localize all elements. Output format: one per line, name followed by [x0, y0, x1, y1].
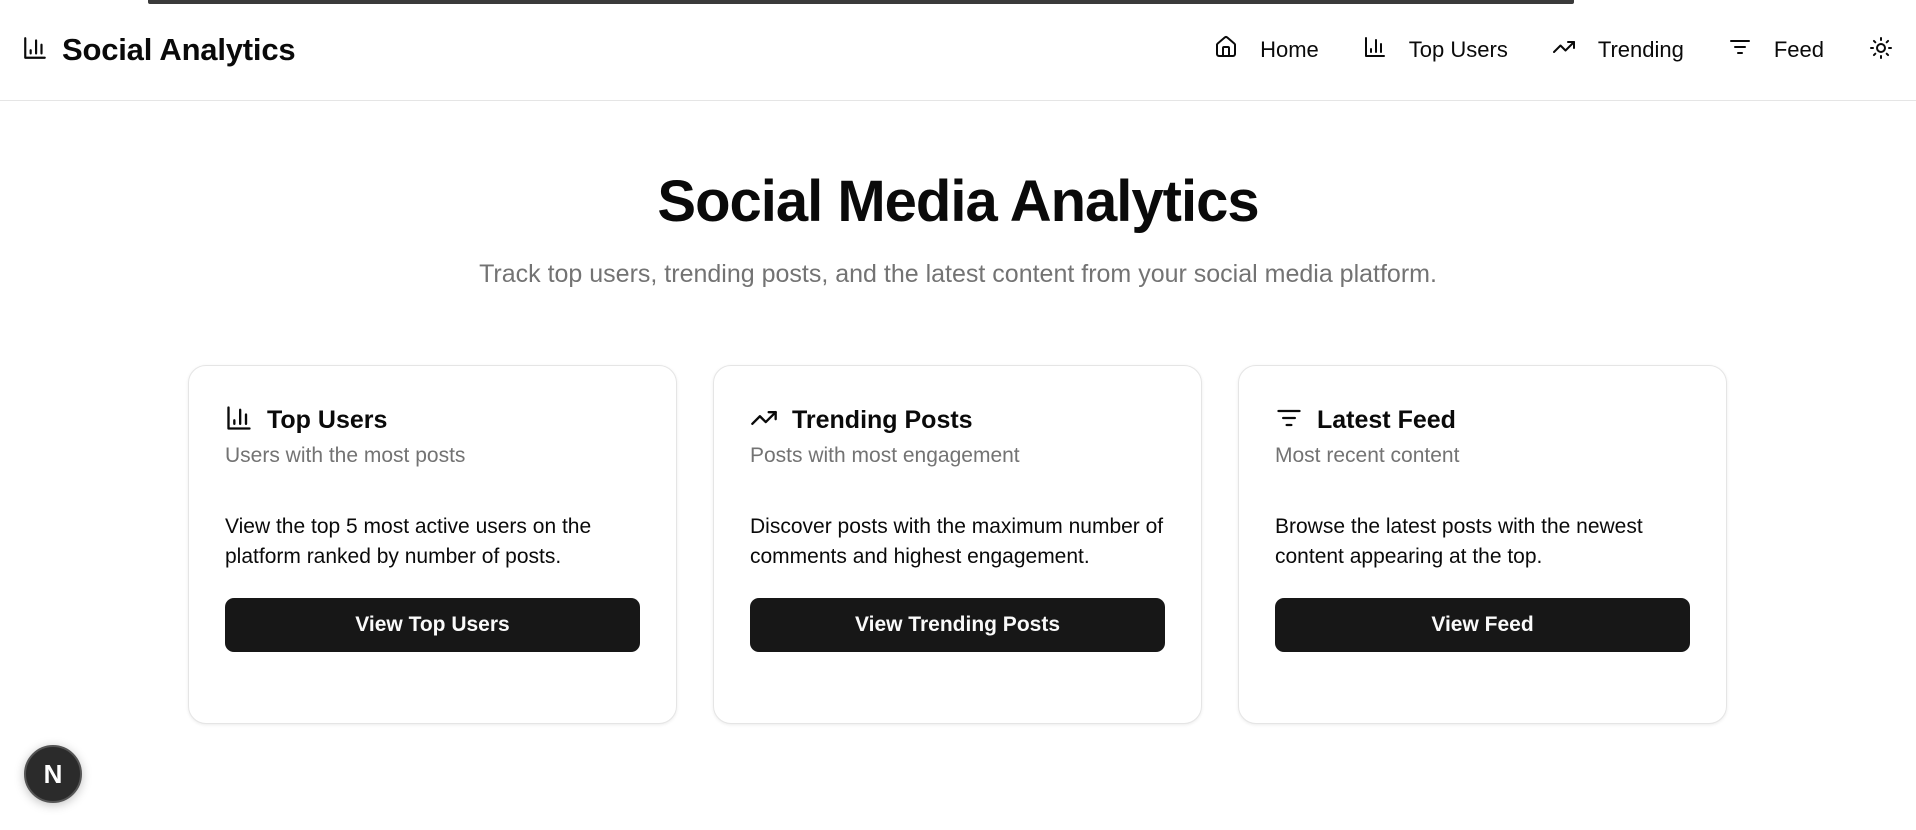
nav-trending-label: Trending: [1597, 37, 1684, 62]
brand[interactable]: Social Analytics: [22, 32, 296, 68]
nav-home[interactable]: Home: [1214, 35, 1319, 65]
card-trending-posts: Trending Posts Posts with most engagemen…: [713, 365, 1202, 724]
bar-chart-icon: [22, 35, 48, 66]
card-subtitle: Posts with most engagement: [750, 444, 1020, 467]
view-top-users-button[interactable]: View Top Users: [225, 598, 640, 652]
nav-top-users-label: Top Users: [1408, 37, 1508, 62]
nav-trending[interactable]: Trending: [1552, 35, 1684, 65]
card-title: Top Users: [267, 405, 388, 434]
home-icon: [1214, 35, 1238, 65]
trending-up-icon: [1552, 35, 1576, 65]
card-title: Latest Feed: [1317, 405, 1456, 434]
nav-top-users[interactable]: Top Users: [1363, 35, 1508, 65]
filter-icon: [1728, 35, 1752, 65]
page-subtitle: Track top users, trending posts, and the…: [479, 260, 1437, 288]
trending-up-icon: [750, 404, 778, 437]
hero: Social Media Analytics Track top users, …: [0, 160, 1916, 289]
card-title: Trending Posts: [792, 405, 973, 434]
app-header: Social Analytics Home Top Users Trending…: [0, 0, 1916, 101]
card-header: Trending Posts: [750, 402, 1165, 438]
filter-icon: [1275, 404, 1303, 437]
card-top-users: Top Users Users with the most posts View…: [188, 365, 677, 724]
nav-feed-label: Feed: [1773, 37, 1824, 62]
theme-toggle-button[interactable]: [1868, 36, 1894, 65]
card-subtitle: Most recent content: [1275, 444, 1460, 467]
bar-chart-icon: [1363, 35, 1387, 65]
card-header: Latest Feed: [1275, 402, 1690, 438]
brand-title: Social Analytics: [62, 32, 296, 67]
card-subtitle: Users with the most posts: [225, 444, 466, 467]
dev-tools-badge[interactable]: N: [24, 745, 82, 803]
card-description: View the top 5 most active users on the …: [225, 515, 592, 568]
main-nav: Home Top Users Trending Feed: [1170, 35, 1894, 65]
page-title: Social Media Analytics: [657, 169, 1259, 234]
nav-home-label: Home: [1260, 37, 1319, 62]
card-header: Top Users: [225, 402, 640, 438]
card-description: Discover posts with the maximum number o…: [750, 515, 1164, 568]
nav-feed[interactable]: Feed: [1728, 35, 1824, 65]
card-latest-feed: Latest Feed Most recent content Browse t…: [1238, 365, 1727, 724]
view-trending-posts-button[interactable]: View Trending Posts: [750, 598, 1165, 652]
card-description: Browse the latest posts with the newest …: [1275, 515, 1643, 568]
bar-chart-icon: [225, 404, 253, 437]
feature-cards: Top Users Users with the most posts View…: [188, 365, 1727, 724]
view-feed-button[interactable]: View Feed: [1275, 598, 1690, 652]
sun-icon: [1869, 36, 1893, 65]
